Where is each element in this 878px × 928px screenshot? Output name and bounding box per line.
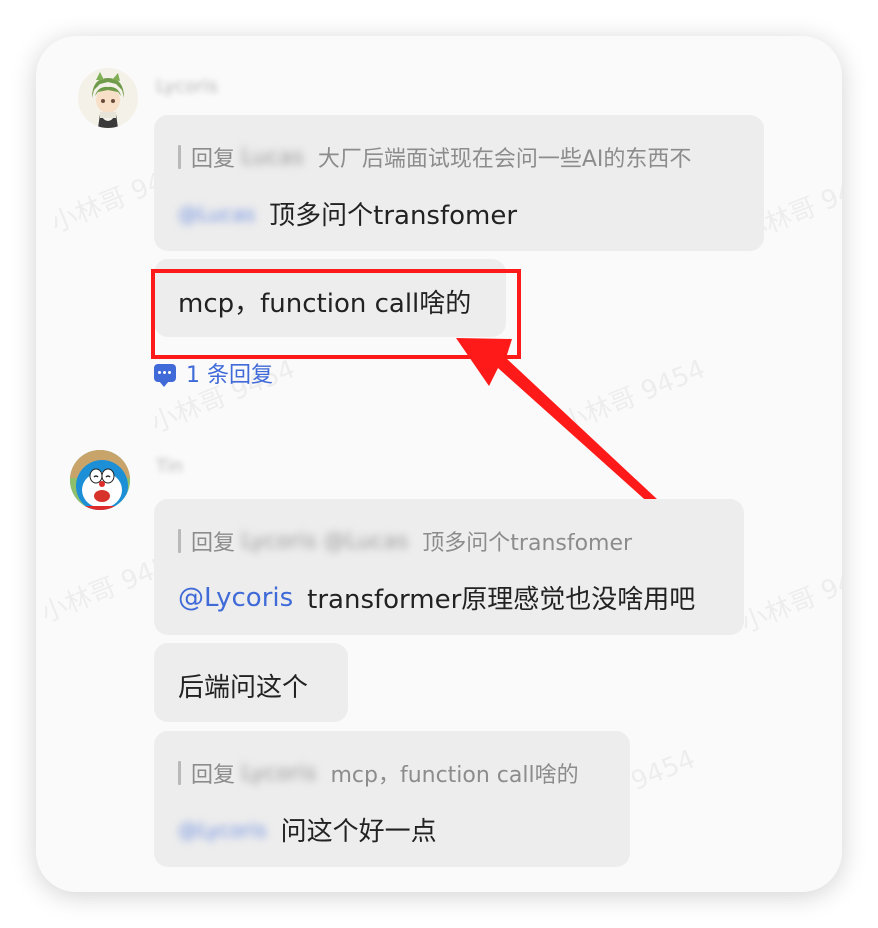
quote-bar	[178, 529, 181, 553]
avatar[interactable]	[70, 450, 130, 510]
message-text: 问这个好一点	[280, 817, 437, 847]
quoted-user: Lycoris @Lucas	[241, 528, 409, 554]
quoted-text: 顶多问个transfomer	[422, 531, 633, 556]
message-text: 后端问这个	[178, 673, 309, 703]
username[interactable]: Tin	[156, 456, 183, 477]
reply-prefix: 回复	[191, 531, 236, 556]
reply-message-bubble[interactable]: 回复 Lycoris @Lucas 顶多问个transfomer @Lycori…	[154, 499, 744, 635]
message-content: @Lycoris transformer原理感觉也没啥用吧	[178, 579, 695, 616]
reply-message-bubble[interactable]: 回复 Lycoris mcp，function call啥的 @Lycoris …	[154, 731, 630, 867]
quoted-user: Lycoris	[241, 760, 317, 786]
chat-card: 小林哥 9454 小林哥 9454 小林哥 9454 小林哥 9454 小林哥 …	[36, 36, 842, 892]
mention-link[interactable]: @Lycoris	[178, 818, 267, 842]
quote-bar	[178, 761, 181, 785]
reply-prefix: 回复	[191, 763, 236, 788]
mention-link[interactable]: @Lycoris	[178, 583, 293, 613]
message-text: transformer原理感觉也没啥用吧	[307, 585, 696, 615]
message-bubble[interactable]: 后端问这个	[154, 643, 348, 722]
quote-line: 回复 Lycoris @Lucas 顶多问个transfomer	[178, 525, 632, 557]
quoted-text: mcp，function call啥的	[330, 763, 579, 788]
quote-line: 回复 Lycoris mcp，function call啥的	[178, 757, 579, 789]
message-content: @Lycoris 问这个好一点	[178, 811, 437, 848]
